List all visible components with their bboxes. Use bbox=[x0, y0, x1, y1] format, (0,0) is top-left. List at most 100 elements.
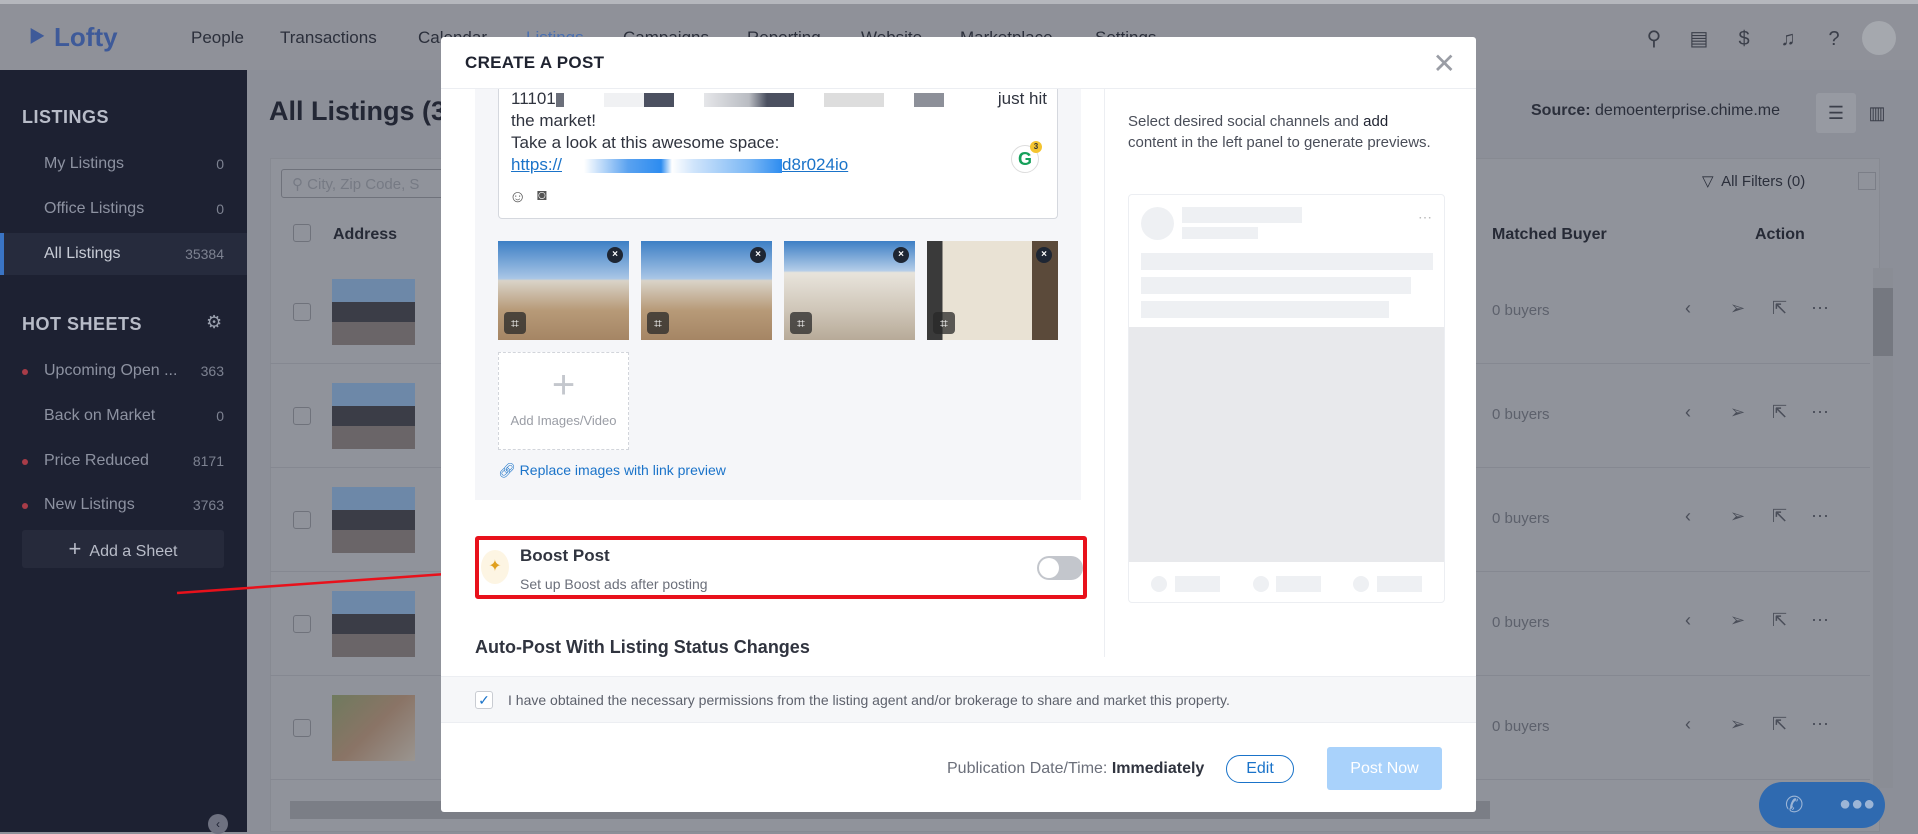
export-icon[interactable]: ⇱ bbox=[1772, 506, 1787, 527]
skeleton-line bbox=[1377, 576, 1422, 592]
post-preview-card: ⋯ bbox=[1128, 194, 1445, 603]
share-icon[interactable]: ‹ bbox=[1685, 610, 1691, 631]
add-images-button[interactable]: + Add Images/Video bbox=[498, 352, 629, 450]
crop-icon[interactable]: ⌗ bbox=[504, 312, 526, 334]
more-icon[interactable]: ⋯ bbox=[1811, 610, 1829, 631]
billing-icon[interactable]: $ bbox=[1731, 26, 1757, 52]
boost-toggle[interactable] bbox=[1037, 556, 1083, 580]
vertical-scrollbar[interactable] bbox=[1873, 268, 1893, 788]
send-icon[interactable]: ➢ bbox=[1730, 402, 1745, 423]
remove-image-icon[interactable]: × bbox=[893, 247, 909, 263]
export-icon[interactable]: ⇱ bbox=[1772, 298, 1787, 319]
text-part: just hit bbox=[997, 89, 1047, 108]
help-icon[interactable]: ? bbox=[1821, 26, 1847, 52]
share-icon[interactable]: ‹ bbox=[1685, 402, 1691, 423]
emoji-icon[interactable]: ☺ bbox=[509, 187, 526, 207]
matched-buyers: 0 buyers bbox=[1492, 718, 1550, 735]
permission-strip: ✓ I have obtained the necessary permissi… bbox=[441, 676, 1476, 723]
edit-button[interactable]: Edit bbox=[1226, 755, 1294, 783]
export-icon[interactable]: ⇱ bbox=[1772, 402, 1787, 423]
image-thumbnail[interactable]: × ⌗ bbox=[927, 241, 1058, 340]
image-thumbnail[interactable]: × ⌗ bbox=[641, 241, 772, 340]
contact-widget: ✆ ●●● bbox=[1759, 782, 1885, 828]
text-part: 11101 bbox=[511, 89, 556, 108]
more-icon[interactable]: ⋯ bbox=[1811, 298, 1829, 319]
boost-post-section: ✦ Boost Post Set up Boost ads after post… bbox=[475, 536, 1087, 599]
text-line-1: 11101 just hit bbox=[511, 89, 1047, 109]
source-info: Source: demoenterprise.chime.me bbox=[1531, 102, 1780, 120]
redacted bbox=[823, 92, 884, 107]
auto-post-heading: Auto-Post With Listing Status Changes bbox=[475, 637, 810, 657]
grammarly-icon[interactable]: G3 bbox=[1011, 141, 1042, 173]
crop-icon[interactable]: ⌗ bbox=[647, 312, 669, 334]
close-icon[interactable]: ✕ bbox=[1433, 47, 1456, 80]
redacted bbox=[643, 92, 674, 107]
share-icon[interactable]: ‹ bbox=[1685, 714, 1691, 735]
bell-icon[interactable]: ♫ bbox=[1775, 26, 1801, 52]
avatar[interactable] bbox=[1862, 21, 1896, 55]
more-icon[interactable]: ⋯ bbox=[1811, 506, 1829, 527]
boost-subtitle: Set up Boost ads after posting bbox=[520, 576, 708, 592]
pub-value: Immediately bbox=[1111, 760, 1205, 777]
crop-icon[interactable]: ⌗ bbox=[933, 312, 955, 334]
redacted bbox=[555, 92, 564, 107]
modal-title: CREATE A POST bbox=[465, 53, 605, 72]
image-thumbnail[interactable]: × ⌗ bbox=[498, 241, 629, 340]
chat-icon[interactable]: ●●● bbox=[1839, 793, 1875, 816]
source-label: Source: bbox=[1531, 102, 1591, 119]
scrollbar-thumb[interactable] bbox=[1873, 288, 1893, 356]
skeleton-line bbox=[1276, 576, 1321, 592]
post-now-button[interactable]: Post Now bbox=[1327, 747, 1442, 790]
col-matched-buyer: Matched Buyer bbox=[1492, 226, 1607, 243]
camera-icon[interactable]: ◙ bbox=[537, 187, 547, 205]
add-images-label: Add Images/Video bbox=[510, 413, 617, 428]
all-filters-button[interactable]: ▽ All Filters (0) bbox=[1702, 172, 1805, 190]
link-icon: 🔗︎ bbox=[498, 462, 516, 478]
grammarly-badge: 3 bbox=[1030, 141, 1042, 153]
more-icon[interactable]: ⋯ bbox=[1811, 714, 1829, 735]
skeleton-line bbox=[1141, 277, 1411, 294]
inbox-icon[interactable]: ▤ bbox=[1686, 26, 1712, 52]
link-part: d8r024io bbox=[782, 155, 849, 174]
boost-title: Boost Post bbox=[520, 546, 610, 565]
save-icon[interactable] bbox=[1858, 172, 1876, 190]
hint-part: Select desired social channels and bbox=[1128, 113, 1364, 130]
hint-part: add bbox=[1363, 113, 1389, 130]
magic-wand-icon: ✦ bbox=[481, 550, 509, 584]
remove-image-icon[interactable]: × bbox=[1036, 247, 1052, 263]
skeleton-avatar bbox=[1141, 207, 1174, 240]
matched-buyers: 0 buyers bbox=[1492, 510, 1550, 527]
share-icon[interactable]: ‹ bbox=[1685, 506, 1691, 527]
permission-label: I have obtained the necessary permission… bbox=[508, 692, 1230, 708]
skeleton-dot bbox=[1353, 576, 1369, 592]
phone-icon[interactable]: ✆ bbox=[1785, 792, 1803, 818]
export-icon[interactable]: ⇱ bbox=[1772, 714, 1787, 735]
listing-link[interactable]: https:// d8r024io bbox=[511, 155, 848, 175]
more-icon[interactable]: ⋯ bbox=[1811, 402, 1829, 423]
skeleton-line bbox=[1141, 301, 1389, 318]
more-icon: ⋯ bbox=[1418, 209, 1432, 225]
permission-checkbox[interactable]: ✓ bbox=[475, 691, 493, 709]
remove-image-icon[interactable]: × bbox=[607, 247, 623, 263]
post-text-editor[interactable]: 11101 just hit the market! Take a look at… bbox=[498, 89, 1058, 219]
publication-info: Publication Date/Time: Immediately bbox=[947, 760, 1204, 778]
map-view-button[interactable]: ▥ bbox=[1857, 93, 1897, 133]
search-icon[interactable]: ⚲ bbox=[1641, 26, 1667, 52]
filter-icon: ▽ bbox=[1702, 173, 1714, 190]
list-view-button[interactable]: ☰ bbox=[1816, 93, 1856, 133]
send-icon[interactable]: ➢ bbox=[1730, 298, 1745, 319]
send-icon[interactable]: ➢ bbox=[1730, 714, 1745, 735]
annotation-arrow bbox=[176, 560, 476, 595]
image-thumbnail[interactable]: × ⌗ bbox=[784, 241, 915, 340]
send-icon[interactable]: ➢ bbox=[1730, 610, 1745, 631]
skeleton-dot bbox=[1253, 576, 1269, 592]
skeleton-line bbox=[1141, 253, 1433, 270]
export-icon[interactable]: ⇱ bbox=[1772, 610, 1787, 631]
share-icon[interactable]: ‹ bbox=[1685, 298, 1691, 319]
replace-images-link[interactable]: 🔗︎ Replace images with link preview bbox=[498, 462, 726, 479]
remove-image-icon[interactable]: × bbox=[750, 247, 766, 263]
send-icon[interactable]: ➢ bbox=[1730, 506, 1745, 527]
crop-icon[interactable]: ⌗ bbox=[790, 312, 812, 334]
matched-buyers: 0 buyers bbox=[1492, 614, 1550, 631]
source-value: demoenterprise.chime.me bbox=[1595, 102, 1780, 119]
